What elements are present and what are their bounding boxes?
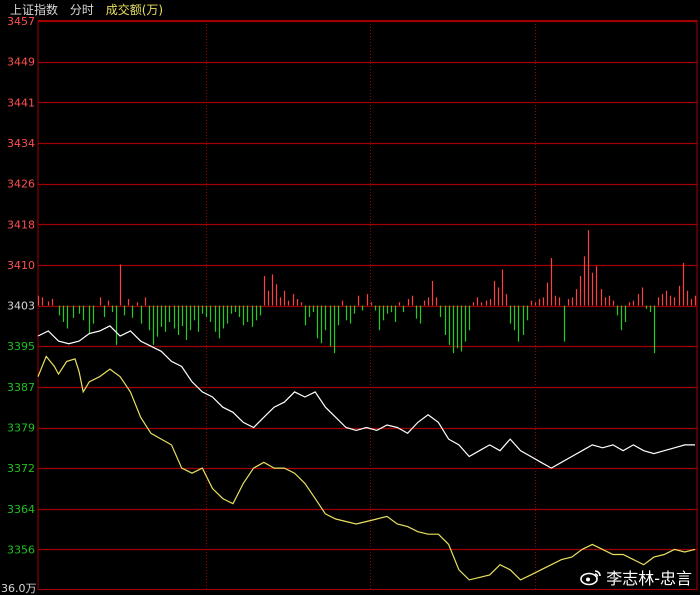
price-lines xyxy=(37,325,696,581)
volume-axis-label: 36.0万 xyxy=(1,582,37,595)
y-tick-label: 3364 xyxy=(7,503,35,516)
y-tick-label: 3449 xyxy=(7,56,35,69)
y-tick-label: 3372 xyxy=(7,462,35,475)
y-tick-label: 3356 xyxy=(7,543,35,556)
y-tick-label: 3410 xyxy=(7,259,35,272)
y-tick-label: 3403 xyxy=(7,300,35,313)
y-tick-label: 3387 xyxy=(7,381,35,394)
volume-label: 成交额(万) xyxy=(105,3,164,17)
index-name: 上证指数 xyxy=(10,3,59,17)
price-line xyxy=(37,325,695,469)
y-tick-label: 3434 xyxy=(7,137,35,150)
volume-bars xyxy=(37,230,697,354)
watermark: 李志林-忠言 xyxy=(580,565,692,589)
period-label: 分时 xyxy=(69,3,94,17)
weibo-icon xyxy=(580,570,602,586)
intraday-chart: 3457344934413434342634183410340333953387… xyxy=(1,15,698,595)
y-tick-label: 3418 xyxy=(7,218,35,231)
y-tick-label: 3426 xyxy=(7,178,35,191)
chart-header: 上证指数 分时 成交额(万) xyxy=(10,2,171,18)
y-tick-label: 3395 xyxy=(7,340,35,353)
watermark-text: 李志林-忠言 xyxy=(606,569,692,588)
y-tick-label: 3379 xyxy=(7,422,35,435)
y-axis-ticks: 3457344934413434342634183410340333953387… xyxy=(1,15,37,595)
y-tick-label: 3441 xyxy=(7,96,35,109)
